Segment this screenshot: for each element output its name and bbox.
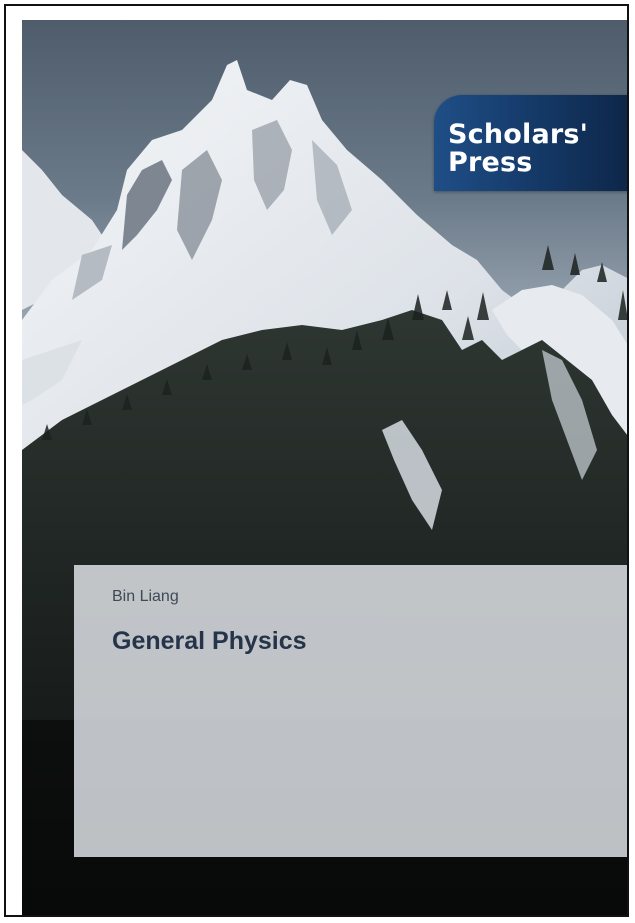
book-title: General Physics: [112, 627, 307, 655]
publisher-name-line1: Scholars': [448, 119, 589, 150]
cover-frame: Scholars' Press Bin Liang General Physic…: [4, 4, 629, 917]
publisher-logo: Scholars' Press: [434, 95, 627, 191]
book-cover: Scholars' Press Bin Liang General Physic…: [22, 20, 627, 915]
publisher-name-line2: Press: [448, 147, 533, 178]
author-name: Bin Liang: [112, 588, 179, 605]
title-panel: Bin Liang General Physics: [74, 565, 627, 857]
